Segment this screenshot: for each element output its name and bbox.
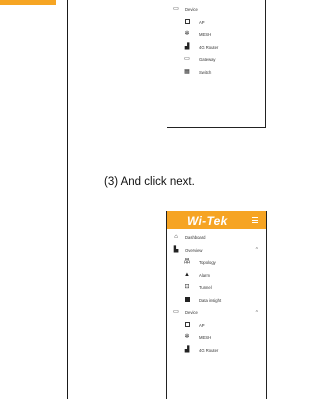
app-header: Wi-Tek bbox=[167, 211, 266, 229]
screenshot-device-menu: ▭ Device AP ✲ MESH ▟ 4G Router ▭ Gateway… bbox=[167, 0, 266, 128]
nav-section-overview-label: Overview bbox=[185, 247, 203, 253]
chevron-up-icon[interactable]: ^ bbox=[256, 247, 258, 253]
nav-section-device-label: Device bbox=[185, 7, 198, 12]
monitor-icon: ▭ bbox=[173, 6, 179, 12]
nav-item-alarm[interactable]: ▲ Alarm bbox=[167, 269, 266, 282]
switch-icon: ▦ bbox=[184, 68, 190, 75]
nav-item-ap-label: AP bbox=[199, 19, 205, 25]
router-icon: ▟ bbox=[184, 346, 190, 353]
hamburger-menu-icon[interactable] bbox=[252, 217, 258, 223]
chevron-up-icon[interactable]: ^ bbox=[256, 310, 258, 316]
home-icon: ⌂ bbox=[174, 234, 178, 240]
mesh-icon: ✲ bbox=[184, 31, 190, 37]
nav-item-ap-2-label: AP bbox=[199, 322, 205, 328]
nav-item-ap[interactable]: AP bbox=[167, 16, 265, 29]
nav-section-device[interactable]: ▭ Device bbox=[167, 3, 265, 16]
nav-item-4g-router-label: 4G Router bbox=[199, 44, 219, 50]
nav-item-gateway[interactable]: ▭ Gateway bbox=[167, 53, 265, 66]
left-panel-accent bbox=[0, 0, 56, 5]
topology-icon: 品 bbox=[184, 259, 191, 265]
mesh-icon: ✲ bbox=[184, 334, 190, 340]
nav-section-device-2-label: Device bbox=[185, 310, 198, 315]
nav-item-gateway-label: Gateway bbox=[199, 57, 216, 62]
nav-item-tunnel[interactable]: ⊡ Tunnel bbox=[167, 281, 266, 294]
step-caption: (3) And click next. bbox=[104, 176, 195, 188]
nav-item-data-insight-label: Data insight bbox=[199, 297, 222, 303]
nav-item-4g-router-2-label: 4G Router bbox=[199, 347, 219, 353]
ap-icon bbox=[184, 321, 190, 328]
wi-tek-logo: Wi-Tek bbox=[187, 214, 228, 228]
nav-dashboard-label: Dashboard bbox=[185, 235, 206, 240]
nav-item-mesh-2-label: MESH bbox=[199, 335, 212, 340]
nav-item-mesh[interactable]: ✲ MESH bbox=[167, 28, 265, 41]
nav-item-topology-label: Topology bbox=[199, 260, 216, 265]
bell-icon: ▲ bbox=[184, 271, 190, 278]
nav-item-4g-router-2[interactable]: ▟ 4G Router bbox=[167, 344, 266, 357]
nav-item-tunnel-label: Tunnel bbox=[199, 285, 212, 290]
tunnel-icon: ⊡ bbox=[184, 284, 190, 290]
nav-dashboard[interactable]: ⌂ Dashboard bbox=[167, 231, 266, 244]
overview-icon: ▙ bbox=[173, 246, 179, 253]
nav-item-switch[interactable]: ▦ Switch bbox=[167, 66, 265, 79]
nav-item-mesh-label: MESH bbox=[199, 32, 212, 37]
nav-item-topology[interactable]: 品 Topology bbox=[167, 256, 266, 269]
router-icon: ▟ bbox=[184, 43, 190, 50]
screenshot-sidebar: Wi-Tek ⌂ Dashboard ▙ Overview ^ 品 Topolo… bbox=[166, 211, 267, 399]
nav-item-ap-2[interactable]: AP bbox=[167, 319, 266, 332]
nav-item-alarm-label: Alarm bbox=[199, 272, 210, 278]
nav-item-switch-label: Switch bbox=[199, 69, 212, 75]
nav-item-data-insight[interactable]: Data insight bbox=[167, 294, 266, 307]
nav-section-overview[interactable]: ▙ Overview ^ bbox=[167, 244, 266, 257]
nav-item-mesh-2[interactable]: ✲ MESH bbox=[167, 331, 266, 344]
gateway-icon: ▭ bbox=[184, 56, 190, 62]
ap-icon bbox=[184, 18, 190, 25]
data-insight-icon bbox=[184, 296, 190, 303]
left-panel-border bbox=[67, 0, 68, 399]
nav-section-device-2[interactable]: ▭ Device ^ bbox=[167, 306, 266, 319]
monitor-icon: ▭ bbox=[173, 309, 179, 315]
nav-item-4g-router[interactable]: ▟ 4G Router bbox=[167, 41, 265, 54]
